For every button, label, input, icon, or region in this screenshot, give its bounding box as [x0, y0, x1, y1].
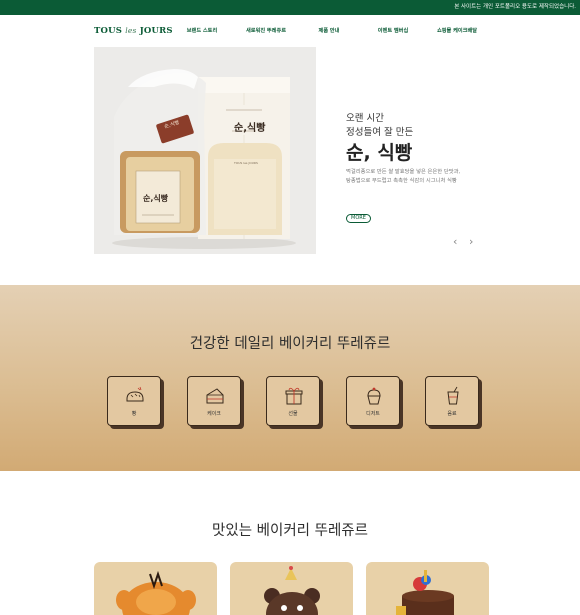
category-section-title: 건강한 데일리 베이커리 뚜레쥬르 — [189, 336, 391, 352]
next-arrow-icon[interactable]: › — [469, 236, 473, 248]
hero-description-line1: 먹걸리종으로 만든 쌀 발효당을 넣은 은은한 단맛과, — [346, 169, 461, 175]
product-card-tiger-cake[interactable] — [94, 562, 217, 615]
category-gift[interactable]: 선물 — [266, 376, 320, 426]
category-label: 음료 — [447, 411, 457, 417]
prev-arrow-icon[interactable]: ‹ — [453, 236, 457, 248]
nav-new-tous-les-jours[interactable]: 새로워진 뚜레쥬르 — [246, 27, 286, 34]
nav-shop-cake-delivery[interactable]: 쇼핑몰 케이크배달 — [437, 27, 477, 34]
nav-event-membership[interactable]: 이벤트 멤버십 — [378, 27, 408, 34]
products-section-title: 맛있는 베이커리 뚜레쥬르 — [212, 523, 368, 539]
chocolate-cake-image — [396, 570, 454, 615]
hero-description-line2: 탕종법으로 부드럽고 촉촉한 식감의 시그니처 식빵 — [346, 178, 457, 184]
hero-title: 순, 식빵 — [346, 142, 413, 164]
category-dessert[interactable]: 디저트 — [346, 376, 400, 426]
category-label: 빵 — [131, 411, 137, 417]
hero-subtitle-line1: 오랜 시간 — [346, 113, 384, 124]
logo-text-jours: JOURS — [136, 26, 173, 36]
logo-text-les: les — [125, 26, 137, 35]
drink-cup-icon — [447, 386, 459, 405]
category-label: 선물 — [288, 411, 298, 417]
bag-left-label: 순,식빵 — [143, 194, 169, 203]
bread-bag-illustration — [112, 69, 296, 249]
bag-right-label: 순,식빵 — [234, 123, 266, 134]
category-label: 디저트 — [366, 411, 380, 417]
category-bread[interactable]: 빵 — [107, 376, 161, 426]
bread-icon — [126, 386, 144, 402]
notice-text: 본 사이트는 개인 포트폴리오 용도로 제작되었습니다. — [454, 4, 576, 10]
product-card-bear-cake[interactable] — [230, 562, 353, 615]
bear-cake-image — [264, 566, 320, 615]
hero-product-image: 순,식빵 순,식빵 순,식빵 TOUS les JOURS — [94, 47, 316, 254]
logo-text-tous: TOUS — [94, 26, 126, 36]
notice-bar: 본 사이트는 개인 포트폴리오 용도로 제작되었습니다. — [0, 0, 580, 15]
cake-slice-icon — [206, 388, 224, 404]
category-label: 케이크 — [207, 411, 221, 417]
gift-box-icon — [285, 387, 303, 405]
tiger-cake-image — [116, 570, 196, 615]
brand-logo[interactable]: TOUS les JOURS — [94, 26, 173, 36]
nav-products[interactable]: 제품 안내 — [319, 27, 340, 34]
category-cake[interactable]: 케이크 — [187, 376, 241, 426]
nav-brand-story[interactable]: 브랜드 스토리 — [187, 27, 217, 34]
product-card-chocolate-cake[interactable] — [366, 562, 489, 615]
more-button[interactable]: MORE — [346, 214, 371, 223]
category-drink[interactable]: 음료 — [425, 376, 479, 426]
cupcake-icon — [367, 387, 381, 405]
hero-subtitle-line2: 정성들여 잘 만든 — [346, 127, 414, 138]
bag-brand-label: TOUS les JOURS — [234, 161, 258, 165]
